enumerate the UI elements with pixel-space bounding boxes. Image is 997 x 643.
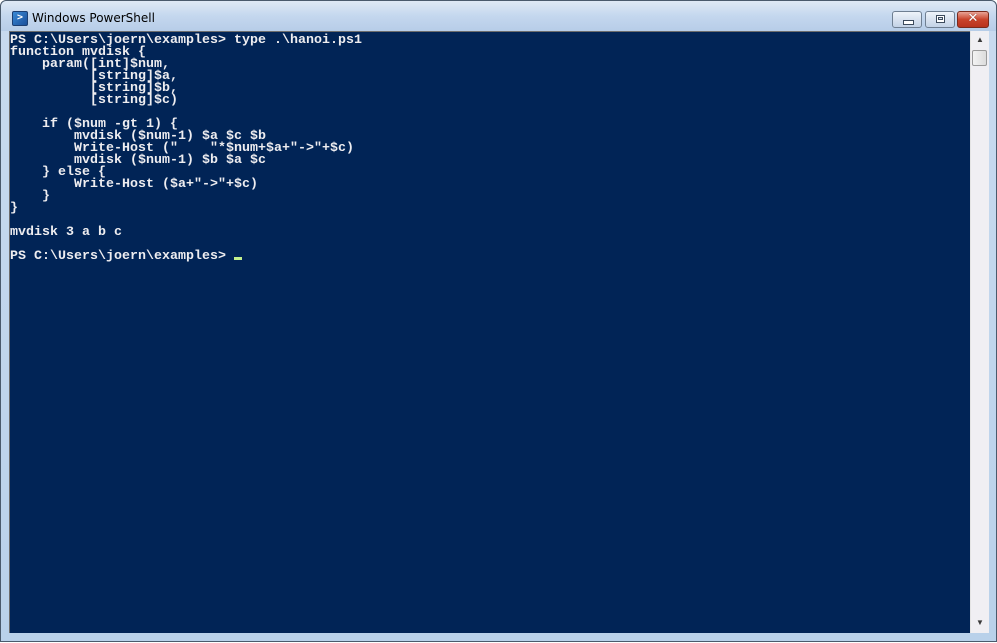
console-line: Write-Host ($a+"->"+$c) [10, 176, 258, 191]
console-line: } [10, 200, 18, 215]
console-line: } [10, 188, 50, 203]
minimize-button[interactable] [892, 11, 922, 28]
title-bar[interactable]: > Windows PowerShell ✕ [1, 1, 996, 31]
prompt-line[interactable]: PS C:\Users\joern\examples> [10, 248, 362, 263]
scroll-up-arrow-icon[interactable]: ▲ [971, 31, 989, 48]
minimize-icon [903, 20, 914, 25]
window-title: Windows PowerShell [32, 11, 155, 25]
console-output: PS C:\Users\joern\examples> type .\hanoi… [10, 33, 362, 263]
prompt-text: PS C:\Users\joern\examples> [10, 248, 234, 263]
maximize-icon [936, 15, 945, 23]
scroll-down-arrow-icon[interactable]: ▼ [971, 614, 989, 631]
powershell-icon[interactable]: > [12, 11, 28, 26]
scroll-thumb[interactable] [972, 50, 987, 66]
console-area[interactable]: PS C:\Users\joern\examples> type .\hanoi… [9, 31, 970, 633]
vertical-scrollbar[interactable]: ▲ ▼ [970, 31, 989, 633]
console-line: [string]$c) [10, 92, 178, 107]
powershell-window: > Windows PowerShell ✕ PS C:\Users\joern… [0, 0, 997, 642]
console-line: mvdisk 3 a b c [10, 224, 122, 239]
maximize-button[interactable] [925, 11, 955, 28]
close-icon: ✕ [967, 11, 979, 26]
text-cursor [233, 257, 242, 260]
close-button[interactable]: ✕ [957, 11, 989, 28]
